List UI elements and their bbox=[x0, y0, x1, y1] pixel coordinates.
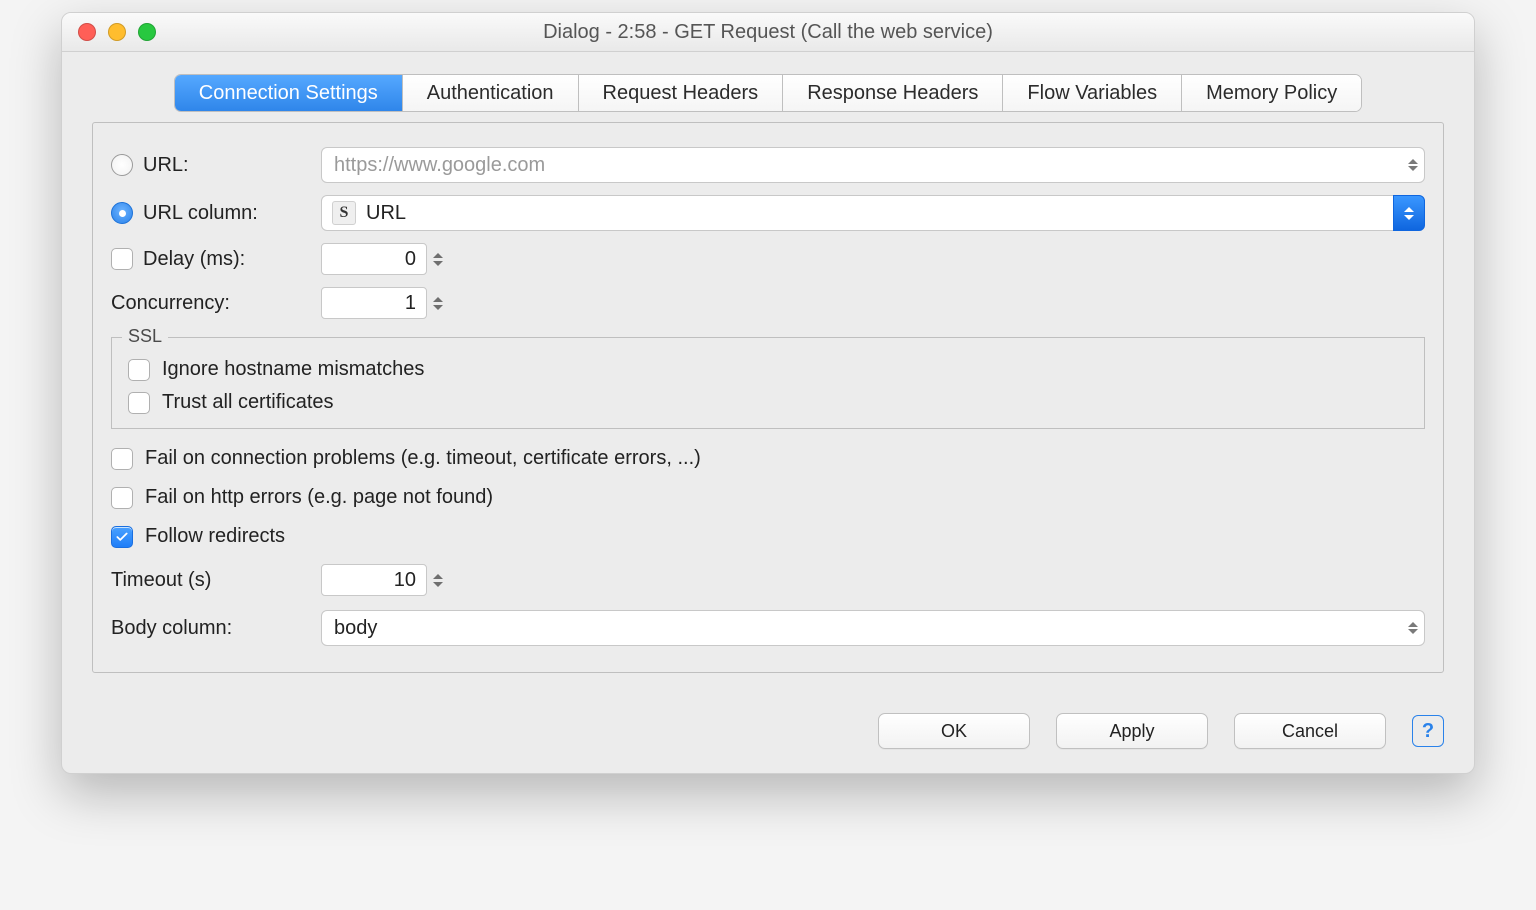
window-title: Dialog - 2:58 - GET Request (Call the we… bbox=[62, 21, 1474, 44]
row-url: URL: https://www.google.com bbox=[111, 147, 1425, 183]
body-column-value: body bbox=[334, 617, 377, 640]
delay-spinner[interactable]: 0 bbox=[321, 243, 453, 275]
url-input-placeholder: https://www.google.com bbox=[334, 154, 545, 177]
string-type-icon: S bbox=[332, 201, 356, 225]
checkbox-delay[interactable] bbox=[111, 248, 133, 270]
dialog-footer: OK Apply Cancel ? bbox=[62, 691, 1474, 773]
tab-request-headers[interactable]: Request Headers bbox=[579, 75, 784, 111]
label-fail-http: Fail on http errors (e.g. page not found… bbox=[145, 486, 493, 509]
url-column-select[interactable]: S URL bbox=[321, 195, 1425, 231]
row-timeout: Timeout (s) 10 bbox=[111, 564, 1425, 596]
concurrency-spinner[interactable]: 1 bbox=[321, 287, 453, 319]
row-concurrency: Concurrency: 1 bbox=[111, 287, 1425, 319]
close-window-icon[interactable] bbox=[78, 23, 96, 41]
help-button[interactable]: ? bbox=[1412, 715, 1444, 747]
tab-response-headers[interactable]: Response Headers bbox=[783, 75, 1003, 111]
tab-memory-policy[interactable]: Memory Policy bbox=[1182, 75, 1361, 111]
minimize-window-icon[interactable] bbox=[108, 23, 126, 41]
zoom-window-icon[interactable] bbox=[138, 23, 156, 41]
dialog-window: Dialog - 2:58 - GET Request (Call the we… bbox=[61, 12, 1475, 774]
radio-url-column[interactable] bbox=[111, 202, 133, 224]
label-ignore-hostname: Ignore hostname mismatches bbox=[162, 358, 424, 381]
checkbox-ignore-hostname[interactable] bbox=[128, 359, 150, 381]
label-concurrency: Concurrency: bbox=[111, 292, 230, 315]
tabs-bar: Connection Settings Authentication Reque… bbox=[174, 74, 1362, 112]
delay-value[interactable]: 0 bbox=[321, 243, 427, 275]
ssl-legend: SSL bbox=[122, 326, 168, 347]
body-column-input[interactable]: body bbox=[321, 610, 1425, 646]
timeout-spinner[interactable]: 10 bbox=[321, 564, 453, 596]
timeout-value[interactable]: 10 bbox=[321, 564, 427, 596]
label-fail-connection: Fail on connection problems (e.g. timeou… bbox=[145, 447, 701, 470]
label-url: URL: bbox=[143, 154, 189, 177]
checkbox-follow-redirects[interactable] bbox=[111, 526, 133, 548]
radio-url[interactable] bbox=[111, 154, 133, 176]
label-timeout: Timeout (s) bbox=[111, 569, 211, 592]
ok-button[interactable]: OK bbox=[878, 713, 1030, 749]
body-column-stepper-icon bbox=[1408, 622, 1418, 634]
row-ssl-trust-all: Trust all certificates bbox=[128, 391, 1408, 414]
row-follow-redirects: Follow redirects bbox=[111, 525, 1425, 548]
concurrency-value[interactable]: 1 bbox=[321, 287, 427, 319]
row-delay: Delay (ms): 0 bbox=[111, 243, 1425, 275]
row-body-column: Body column: body bbox=[111, 610, 1425, 646]
window-controls bbox=[78, 23, 156, 41]
delay-stepper-icon[interactable] bbox=[433, 243, 453, 275]
concurrency-stepper-icon[interactable] bbox=[433, 287, 453, 319]
checkbox-trust-all[interactable] bbox=[128, 392, 150, 414]
row-fail-http: Fail on http errors (e.g. page not found… bbox=[111, 486, 1425, 509]
cancel-button[interactable]: Cancel bbox=[1234, 713, 1386, 749]
row-url-column: URL column: S URL bbox=[111, 195, 1425, 231]
titlebar: Dialog - 2:58 - GET Request (Call the we… bbox=[62, 13, 1474, 52]
label-body-column: Body column: bbox=[111, 617, 232, 640]
url-input[interactable]: https://www.google.com bbox=[321, 147, 1425, 183]
label-follow-redirects: Follow redirects bbox=[145, 525, 285, 548]
timeout-stepper-icon[interactable] bbox=[433, 564, 453, 596]
url-column-select-value: URL bbox=[366, 202, 406, 225]
tab-connection-settings[interactable]: Connection Settings bbox=[175, 75, 403, 111]
apply-button[interactable]: Apply bbox=[1056, 713, 1208, 749]
url-input-stepper-icon bbox=[1408, 159, 1418, 171]
select-chevrons-icon bbox=[1393, 195, 1425, 231]
label-url-column: URL column: bbox=[143, 202, 258, 225]
checkbox-fail-http[interactable] bbox=[111, 487, 133, 509]
ssl-fieldset: SSL Ignore hostname mismatches Trust all… bbox=[111, 337, 1425, 429]
row-fail-connection: Fail on connection problems (e.g. timeou… bbox=[111, 447, 1425, 470]
label-trust-all: Trust all certificates bbox=[162, 391, 334, 414]
checkbox-fail-connection[interactable] bbox=[111, 448, 133, 470]
tab-authentication[interactable]: Authentication bbox=[403, 75, 579, 111]
connection-settings-panel: URL: https://www.google.com URL bbox=[92, 122, 1444, 673]
row-ssl-ignore-hostname: Ignore hostname mismatches bbox=[128, 358, 1408, 381]
tab-flow-variables[interactable]: Flow Variables bbox=[1003, 75, 1182, 111]
label-delay: Delay (ms): bbox=[143, 248, 245, 271]
dialog-content: Connection Settings Authentication Reque… bbox=[62, 52, 1474, 691]
